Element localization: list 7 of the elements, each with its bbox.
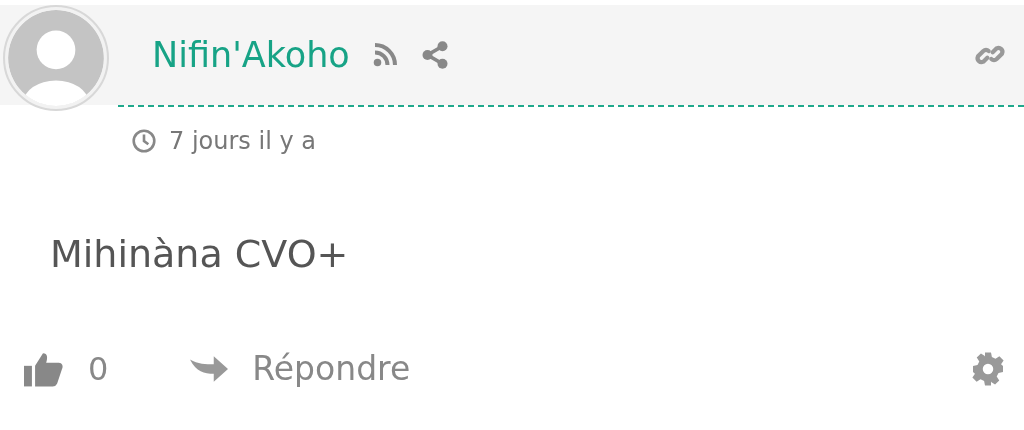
clock-icon xyxy=(131,128,157,154)
reply-button[interactable]: Répondre xyxy=(188,349,411,388)
like-count: 0 xyxy=(88,349,109,388)
comment-time: 7 jours il y a xyxy=(169,127,316,155)
settings-icon[interactable] xyxy=(970,350,1006,387)
comment-text: Mihinàna CVO+ xyxy=(50,235,350,273)
author-name[interactable]: Nifin'Akoho xyxy=(152,35,350,75)
